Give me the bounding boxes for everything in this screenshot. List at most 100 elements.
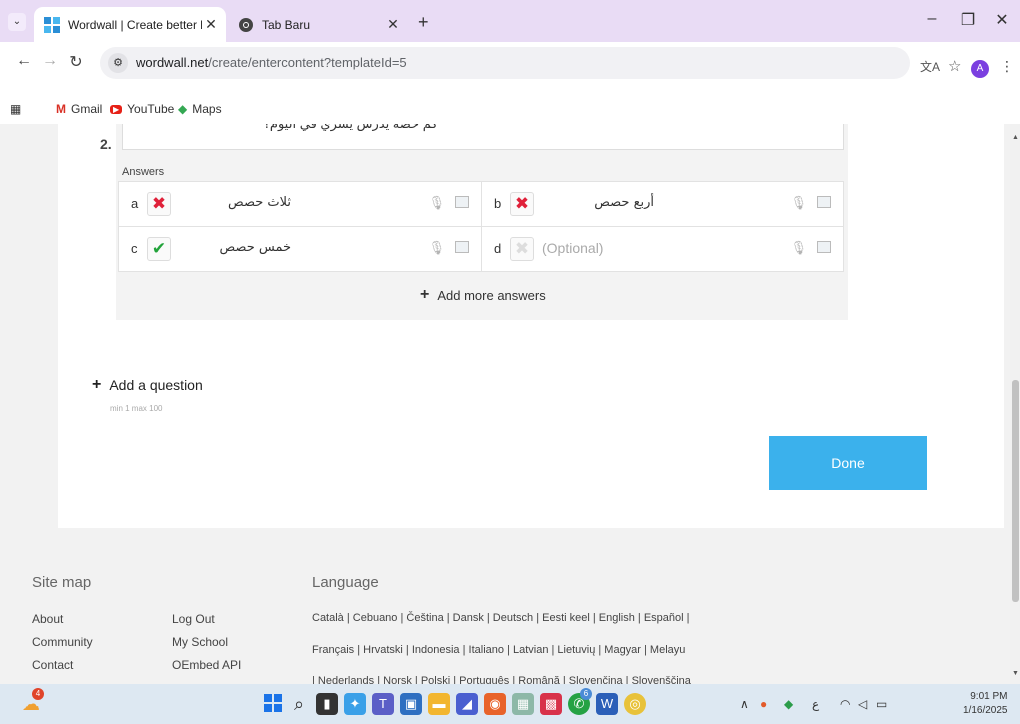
apps-grid-icon[interactable]: ▦ [10,102,21,116]
answer-letter: c [131,241,138,256]
incorrect-toggle-icon[interactable]: ✖ [147,192,171,216]
add-more-answers-button[interactable]: + Add more answers [420,286,546,304]
add-question-button[interactable]: + Add a question [92,376,203,394]
tab-new-tab[interactable]: Tab Baru ✕ [228,7,408,42]
url-host: wordwall.net [136,55,209,70]
search-icon[interactable]: ⌕ [288,693,310,715]
new-tab-button[interactable]: + [418,12,429,33]
tab-title: Tab Baru [262,17,311,32]
gmail-icon: M [56,102,66,116]
answer-letter: d [494,241,502,256]
language-links-row[interactable]: Català | Cebuano | Čeština | Dansk | Deu… [312,612,690,624]
firefox-icon[interactable]: ◉ [484,693,506,715]
footer-link-community[interactable]: Community [32,635,93,649]
footer-link-about[interactable]: About [32,612,63,626]
reload-icon[interactable]: ↻ [66,52,86,72]
app-icon[interactable]: ▩ [540,693,562,715]
footer-link-my-school[interactable]: My School [172,635,228,649]
battery-icon[interactable]: ▭ [876,697,887,711]
microphone-icon[interactable]: 🎙 [790,240,807,256]
tab-title: Wordwall | Create better lesson [68,17,202,32]
question-text-input[interactable]: كم حصة يدرس يسري في اليوم؟ [122,124,844,150]
url-text[interactable]: wordwall.net/create/entercontent?templat… [136,55,407,70]
windows-start-icon[interactable] [262,693,284,715]
answer-input[interactable]: خمس حصص [181,240,292,255]
menu-kebab-icon[interactable]: ⋮ [1000,58,1014,75]
store-icon[interactable]: ▣ [400,693,422,715]
image-icon[interactable] [455,241,469,253]
restore-button[interactable]: ❐ [953,10,983,30]
image-icon[interactable] [455,196,469,208]
done-button[interactable]: Done [769,436,927,490]
close-window-button[interactable]: ✕ [987,10,1017,30]
microphone-icon[interactable]: 🎙 [428,195,445,211]
profile-avatar[interactable]: A [971,60,989,78]
footer-link-contact[interactable]: Contact [32,658,73,672]
language-heading: Language [312,574,379,591]
clock[interactable]: 9:01 PM 1/16/2025 [963,690,1008,718]
volume-icon[interactable]: ◁ [858,697,867,711]
word-icon[interactable]: W [596,693,618,715]
answer-input[interactable]: ثلاث حصص [181,195,291,210]
add-question-label: Add a question [109,377,203,393]
question-text: كم حصة يدرس يسري في اليوم؟ [263,124,438,132]
app-icon[interactable]: ◢ [456,693,478,715]
answers-grid: a ✖ ثلاث حصص 🎙 b ✖ أربع حصص 🎙 c ✔ خمس حص… [118,181,844,272]
forward-icon[interactable]: → [40,52,60,70]
site-info-icon[interactable]: ⚙ [108,53,128,73]
bookmark-maps[interactable]: ◆ Maps [178,102,222,116]
empty-toggle-icon[interactable]: ✖ [510,237,534,261]
correct-toggle-icon[interactable]: ✔ [147,237,171,261]
close-tab-icon[interactable]: ✕ [202,16,220,33]
footer-link-logout[interactable]: Log Out [172,612,215,626]
tray-overflow-icon[interactable]: ∧ [740,697,749,711]
tab-search-icon[interactable]: ⌄ [8,13,26,31]
scroll-down-arrow-icon[interactable]: ▼ [1012,670,1019,677]
keyboard-language-icon[interactable]: ع [812,697,819,711]
task-view-icon[interactable]: ▮ [316,693,338,715]
question-number: 2. [100,136,112,152]
answers-label: Answers [122,166,165,178]
language-links-row[interactable]: | Nederlands | Norsk | Polski | Portuguê… [312,675,691,684]
footer-link-oembed-api[interactable]: OEmbed API [172,658,241,672]
close-tab-icon[interactable]: ✕ [384,16,402,33]
scrollbar-thumb[interactable] [1012,380,1019,602]
address-bar[interactable]: ⚙ wordwall.net/create/entercontent?templ… [100,47,910,79]
image-icon[interactable] [817,196,831,208]
bookmark-youtube[interactable]: ▶ YouTube [110,102,174,116]
tab-wordwall[interactable]: Wordwall | Create better lesson ✕ [34,7,226,42]
image-icon[interactable] [817,241,831,253]
question-limit-note: min 1 max 100 [110,404,163,413]
bookmark-gmail[interactable]: M Gmail [56,102,102,116]
copilot-icon[interactable]: ✦ [344,693,366,715]
incorrect-toggle-icon[interactable]: ✖ [510,192,534,216]
app-icon[interactable]: ▦ [512,693,534,715]
translate-icon[interactable]: 文A [920,58,940,75]
tray-app-icon[interactable]: ◆ [784,697,793,711]
bookmark-star-icon[interactable]: ☆ [948,57,961,75]
browser-toolbar: ← → ↻ ⚙ wordwall.net/create/entercontent… [0,42,1020,98]
language-links-row[interactable]: Français | Hrvatski | Indonesia | Italia… [312,644,685,656]
tab-bar: ⌄ Wordwall | Create better lesson ✕ Tab … [0,0,1020,42]
wifi-icon[interactable]: ◠ [840,697,850,711]
chrome-taskbar-icon[interactable]: ◎ [624,693,646,715]
plus-icon: + [92,376,102,393]
scroll-up-arrow-icon[interactable]: ▲ [1012,134,1019,141]
answer-row-b: b ✖ أربع حصص 🎙 [481,182,843,227]
page-viewport: 2. كم حصة يدرس يسري في اليوم؟ Answers a … [0,124,1010,684]
teams-icon[interactable]: T [372,693,394,715]
chrome-icon [239,17,253,32]
back-icon[interactable]: ← [14,52,34,70]
answer-input[interactable]: (Optional) [542,240,652,256]
plus-icon: + [420,286,430,303]
microphone-icon[interactable]: 🎙 [428,240,445,256]
tray-app-icon[interactable]: ● [760,697,767,711]
microphone-icon[interactable]: 🎙 [790,195,807,211]
answer-input[interactable]: أربع حصص [544,195,654,210]
answer-letter: b [494,196,502,211]
minimize-button[interactable]: – [917,10,947,28]
wordwall-favicon-icon [44,16,60,33]
file-explorer-icon[interactable]: ▬ [428,693,450,715]
weather-badge: 4 [32,688,44,700]
clock-time: 9:01 PM [970,691,1008,702]
